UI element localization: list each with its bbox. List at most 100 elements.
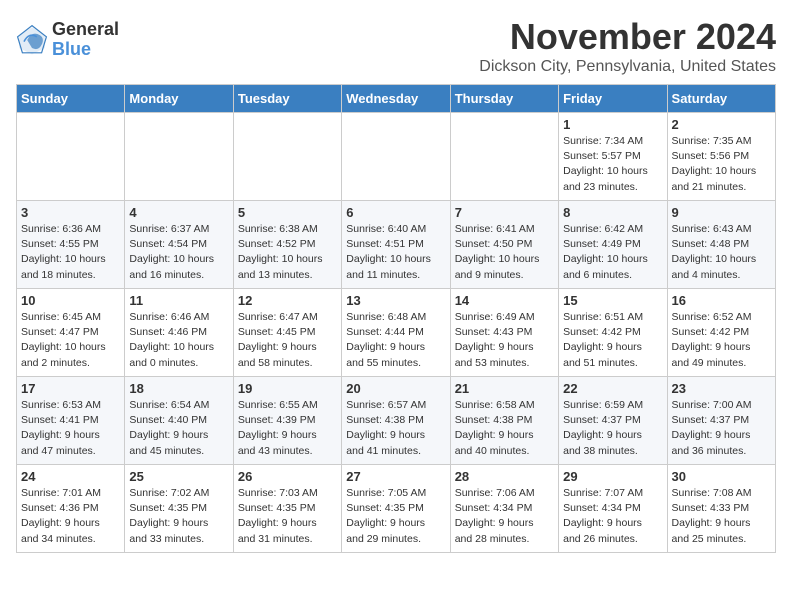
calendar-cell: 10 Sunrise: 6:45 AM Sunset: 4:47 PM Dayli… bbox=[17, 289, 125, 377]
calendar-week-row: 3Sunrise: 6:36 AM Sunset: 4:55 PM Daylig… bbox=[17, 201, 776, 289]
day-number: 9 bbox=[672, 205, 771, 220]
calendar-cell: 25 Sunrise: 7:02 AM Sunset: 4:35 PM Dayli… bbox=[125, 465, 233, 553]
calendar-week-row: 24 Sunrise: 7:01 AM Sunset: 4:36 PM Dayli… bbox=[17, 465, 776, 553]
day-info: Sunrise: 6:53 AM Sunset: 4:41 PM Dayligh… bbox=[21, 398, 120, 459]
day-number: 23 bbox=[672, 381, 771, 396]
day-number: 21 bbox=[455, 381, 554, 396]
logo-blue-text: Blue bbox=[52, 40, 119, 60]
day-info: Sunrise: 6:42 AM Sunset: 4:49 PM Dayligh… bbox=[563, 222, 662, 283]
day-info: Sunrise: 6:49 AM Sunset: 4:43 PM Dayligh… bbox=[455, 310, 554, 371]
day-info: Sunrise: 6:37 AM Sunset: 4:54 PM Dayligh… bbox=[129, 222, 228, 283]
logo-text: General Blue bbox=[52, 20, 119, 60]
calendar-cell bbox=[17, 113, 125, 201]
day-number: 17 bbox=[21, 381, 120, 396]
calendar-cell: 9 Sunrise: 6:43 AM Sunset: 4:48 PM Daylig… bbox=[667, 201, 775, 289]
day-number: 24 bbox=[21, 469, 120, 484]
day-info: Sunrise: 7:35 AM Sunset: 5:56 PM Dayligh… bbox=[672, 134, 771, 195]
day-info: Sunrise: 7:08 AM Sunset: 4:33 PM Dayligh… bbox=[672, 486, 771, 547]
day-info: Sunrise: 6:38 AM Sunset: 4:52 PM Dayligh… bbox=[238, 222, 337, 283]
day-number: 19 bbox=[238, 381, 337, 396]
calendar-cell: 11 Sunrise: 6:46 AM Sunset: 4:46 PM Dayli… bbox=[125, 289, 233, 377]
calendar-cell bbox=[450, 113, 558, 201]
day-info: Sunrise: 7:07 AM Sunset: 4:34 PM Dayligh… bbox=[563, 486, 662, 547]
weekday-header: Wednesday bbox=[342, 85, 450, 113]
calendar-cell: 30 Sunrise: 7:08 AM Sunset: 4:33 PM Dayli… bbox=[667, 465, 775, 553]
day-number: 20 bbox=[346, 381, 445, 396]
day-number: 15 bbox=[563, 293, 662, 308]
day-number: 11 bbox=[129, 293, 228, 308]
day-info: Sunrise: 6:45 AM Sunset: 4:47 PM Dayligh… bbox=[21, 310, 120, 371]
day-number: 18 bbox=[129, 381, 228, 396]
day-number: 1 bbox=[563, 117, 662, 132]
calendar-cell: 6Sunrise: 6:40 AM Sunset: 4:51 PM Daylig… bbox=[342, 201, 450, 289]
calendar-cell bbox=[233, 113, 341, 201]
day-info: Sunrise: 6:57 AM Sunset: 4:38 PM Dayligh… bbox=[346, 398, 445, 459]
calendar-week-row: 1 Sunrise: 7:34 AM Sunset: 5:57 PM Daylig… bbox=[17, 113, 776, 201]
calendar-cell: 3Sunrise: 6:36 AM Sunset: 4:55 PM Daylig… bbox=[17, 201, 125, 289]
day-info: Sunrise: 7:02 AM Sunset: 4:35 PM Dayligh… bbox=[129, 486, 228, 547]
day-info: Sunrise: 6:52 AM Sunset: 4:42 PM Dayligh… bbox=[672, 310, 771, 371]
calendar-cell: 2 Sunrise: 7:35 AM Sunset: 5:56 PM Daylig… bbox=[667, 113, 775, 201]
calendar-cell: 22 Sunrise: 6:59 AM Sunset: 4:37 PM Dayli… bbox=[559, 377, 667, 465]
day-info: Sunrise: 6:55 AM Sunset: 4:39 PM Dayligh… bbox=[238, 398, 337, 459]
day-info: Sunrise: 6:36 AM Sunset: 4:55 PM Dayligh… bbox=[21, 222, 120, 283]
month-title: November 2024 bbox=[479, 16, 776, 58]
day-number: 2 bbox=[672, 117, 771, 132]
calendar-cell: 5 Sunrise: 6:38 AM Sunset: 4:52 PM Daylig… bbox=[233, 201, 341, 289]
calendar-cell: 18Sunrise: 6:54 AM Sunset: 4:40 PM Dayli… bbox=[125, 377, 233, 465]
calendar-cell: 7Sunrise: 6:41 AM Sunset: 4:50 PM Daylig… bbox=[450, 201, 558, 289]
calendar-cell: 8Sunrise: 6:42 AM Sunset: 4:49 PM Daylig… bbox=[559, 201, 667, 289]
calendar-week-row: 17 Sunrise: 6:53 AM Sunset: 4:41 PM Dayli… bbox=[17, 377, 776, 465]
calendar-cell: 24 Sunrise: 7:01 AM Sunset: 4:36 PM Dayli… bbox=[17, 465, 125, 553]
day-info: Sunrise: 7:00 AM Sunset: 4:37 PM Dayligh… bbox=[672, 398, 771, 459]
title-area: November 2024 Dickson City, Pennsylvania… bbox=[479, 16, 776, 76]
calendar-cell bbox=[342, 113, 450, 201]
day-info: Sunrise: 7:01 AM Sunset: 4:36 PM Dayligh… bbox=[21, 486, 120, 547]
day-info: Sunrise: 6:58 AM Sunset: 4:38 PM Dayligh… bbox=[455, 398, 554, 459]
day-number: 25 bbox=[129, 469, 228, 484]
logo-general-text: General bbox=[52, 20, 119, 40]
day-number: 29 bbox=[563, 469, 662, 484]
day-info: Sunrise: 6:59 AM Sunset: 4:37 PM Dayligh… bbox=[563, 398, 662, 459]
day-info: Sunrise: 6:47 AM Sunset: 4:45 PM Dayligh… bbox=[238, 310, 337, 371]
day-info: Sunrise: 6:51 AM Sunset: 4:42 PM Dayligh… bbox=[563, 310, 662, 371]
calendar-cell bbox=[125, 113, 233, 201]
day-number: 5 bbox=[238, 205, 337, 220]
calendar-cell: 29 Sunrise: 7:07 AM Sunset: 4:34 PM Dayli… bbox=[559, 465, 667, 553]
calendar-cell: 26 Sunrise: 7:03 AM Sunset: 4:35 PM Dayli… bbox=[233, 465, 341, 553]
day-number: 30 bbox=[672, 469, 771, 484]
calendar-cell: 13Sunrise: 6:48 AM Sunset: 4:44 PM Dayli… bbox=[342, 289, 450, 377]
calendar-cell: 28 Sunrise: 7:06 AM Sunset: 4:34 PM Dayli… bbox=[450, 465, 558, 553]
day-info: Sunrise: 7:03 AM Sunset: 4:35 PM Dayligh… bbox=[238, 486, 337, 547]
day-info: Sunrise: 7:06 AM Sunset: 4:34 PM Dayligh… bbox=[455, 486, 554, 547]
calendar-cell: 15 Sunrise: 6:51 AM Sunset: 4:42 PM Dayli… bbox=[559, 289, 667, 377]
day-number: 28 bbox=[455, 469, 554, 484]
day-number: 7 bbox=[455, 205, 554, 220]
calendar: SundayMondayTuesdayWednesdayThursdayFrid… bbox=[16, 84, 776, 553]
location-title: Dickson City, Pennsylvania, United State… bbox=[479, 58, 776, 76]
calendar-cell: 23 Sunrise: 7:00 AM Sunset: 4:37 PM Dayli… bbox=[667, 377, 775, 465]
day-info: Sunrise: 6:48 AM Sunset: 4:44 PM Dayligh… bbox=[346, 310, 445, 371]
logo: General Blue bbox=[16, 20, 119, 60]
logo-icon bbox=[16, 24, 48, 56]
day-info: Sunrise: 6:43 AM Sunset: 4:48 PM Dayligh… bbox=[672, 222, 771, 283]
calendar-cell: 20 Sunrise: 6:57 AM Sunset: 4:38 PM Dayli… bbox=[342, 377, 450, 465]
weekday-header: Sunday bbox=[17, 85, 125, 113]
calendar-cell: 1 Sunrise: 7:34 AM Sunset: 5:57 PM Daylig… bbox=[559, 113, 667, 201]
day-number: 27 bbox=[346, 469, 445, 484]
day-info: Sunrise: 6:40 AM Sunset: 4:51 PM Dayligh… bbox=[346, 222, 445, 283]
weekday-header: Monday bbox=[125, 85, 233, 113]
weekday-header: Friday bbox=[559, 85, 667, 113]
day-info: Sunrise: 7:05 AM Sunset: 4:35 PM Dayligh… bbox=[346, 486, 445, 547]
day-number: 22 bbox=[563, 381, 662, 396]
day-number: 10 bbox=[21, 293, 120, 308]
day-number: 14 bbox=[455, 293, 554, 308]
day-info: Sunrise: 7:34 AM Sunset: 5:57 PM Dayligh… bbox=[563, 134, 662, 195]
calendar-week-row: 10 Sunrise: 6:45 AM Sunset: 4:47 PM Dayli… bbox=[17, 289, 776, 377]
day-number: 26 bbox=[238, 469, 337, 484]
calendar-cell: 14 Sunrise: 6:49 AM Sunset: 4:43 PM Dayli… bbox=[450, 289, 558, 377]
day-info: Sunrise: 6:46 AM Sunset: 4:46 PM Dayligh… bbox=[129, 310, 228, 371]
calendar-header-row: SundayMondayTuesdayWednesdayThursdayFrid… bbox=[17, 85, 776, 113]
calendar-cell: 19 Sunrise: 6:55 AM Sunset: 4:39 PM Dayli… bbox=[233, 377, 341, 465]
day-number: 16 bbox=[672, 293, 771, 308]
